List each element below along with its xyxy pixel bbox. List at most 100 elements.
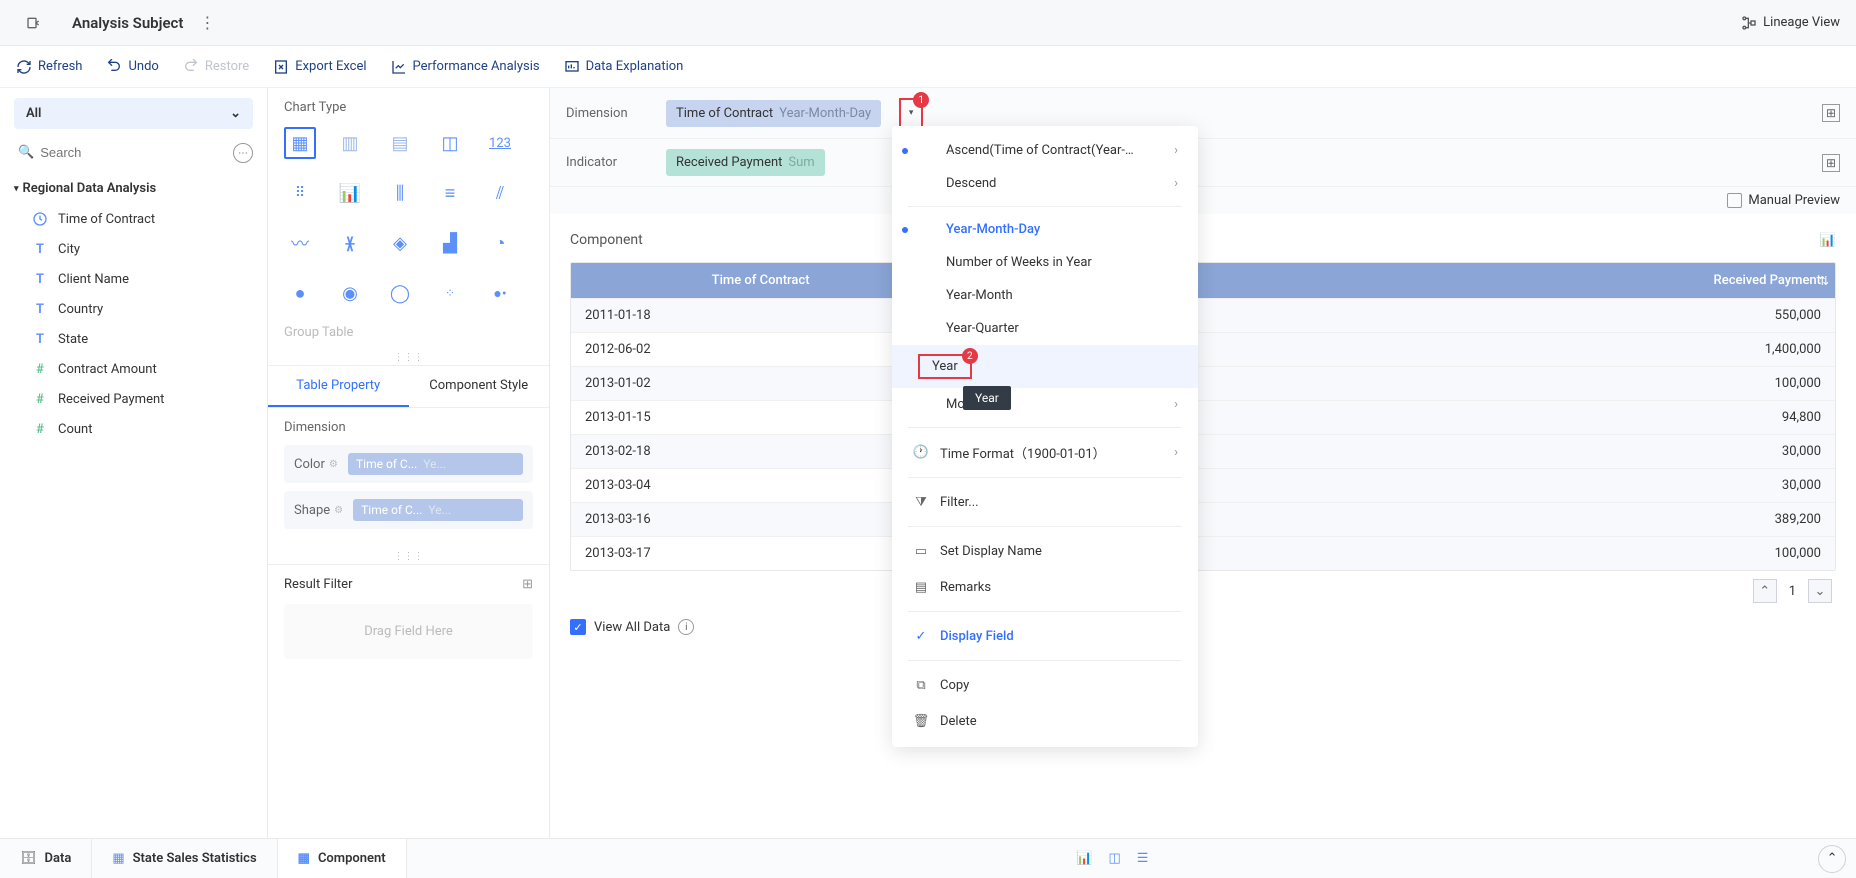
table-row[interactable]: 2013-03-0430,000 xyxy=(571,469,1835,503)
chart-type-line[interactable]: 〰 xyxy=(284,227,316,259)
more-options-button[interactable]: ⋯ xyxy=(233,143,253,163)
dd-year-month-day[interactable]: Year-Month-Day xyxy=(892,213,1198,246)
chart-type-donut[interactable]: ◉ xyxy=(334,277,366,309)
undo-button[interactable]: Undo xyxy=(106,59,158,75)
collapse-button[interactable]: ⌃ xyxy=(1818,845,1846,873)
field-state[interactable]: TState xyxy=(14,324,253,354)
resize-handle-2[interactable]: ⋮⋮⋮ xyxy=(268,549,549,564)
chart-type-bubble[interactable]: ●• xyxy=(484,277,516,309)
dd-set-display-name[interactable]: ▭ Set Display Name xyxy=(892,533,1198,569)
resize-handle[interactable]: ⋮⋮⋮ xyxy=(268,350,549,365)
dd-year[interactable]: Year 2 xyxy=(892,345,1198,388)
add-dimension-button[interactable]: ⊞ xyxy=(1822,104,1840,122)
chart-icon[interactable]: 📊 xyxy=(1820,233,1836,248)
chart-type-multi-line[interactable]: ᚕ xyxy=(334,227,366,259)
dd-ascend[interactable]: Ascend(Time of Contract(Year-Mon... › xyxy=(892,134,1198,167)
dd-year-quarter[interactable]: Year-Quarter xyxy=(892,312,1198,345)
dd-descend[interactable]: Descend › xyxy=(892,167,1198,200)
indicator-pill[interactable]: Received Payment Sum xyxy=(666,149,825,176)
manual-preview-checkbox[interactable] xyxy=(1727,193,1742,208)
chart-type-name-label: Group Table xyxy=(268,321,549,350)
dd-display-field[interactable]: ✓ Display Field xyxy=(892,618,1198,654)
search-input[interactable] xyxy=(40,145,221,160)
chevron-right-icon: › xyxy=(1174,445,1178,460)
dd-copy[interactable]: ⧉ Copy xyxy=(892,667,1198,703)
data-explanation-button[interactable]: Data Explanation xyxy=(564,59,684,75)
chart-type-number[interactable]: 123 xyxy=(484,127,516,159)
dd-year-month[interactable]: Year-Month xyxy=(892,279,1198,312)
page-next-button[interactable]: ⌄ xyxy=(1808,579,1832,603)
all-selector[interactable]: All ⌄ xyxy=(14,98,253,129)
refresh-button[interactable]: Refresh xyxy=(16,59,82,75)
chart-type-grouped-bar[interactable]: ⫼ xyxy=(384,177,416,209)
chart-type-bar[interactable]: 📊 xyxy=(334,177,366,209)
shape-dimension-pill[interactable]: Time of C...Ye... xyxy=(353,499,523,521)
chevron-right-icon: › xyxy=(1174,143,1178,158)
footer-tab-data[interactable]: 🗄 Data xyxy=(0,839,92,878)
dd-filter[interactable]: ⧩ Filter... xyxy=(892,484,1198,520)
chart-type-dots[interactable]: ⁘ xyxy=(434,277,466,309)
caret-down-icon: ▾ xyxy=(909,108,914,118)
list-icon[interactable]: ☰ xyxy=(1137,851,1149,866)
add-indicator-button[interactable]: ⊞ xyxy=(1822,154,1840,172)
field-time-of-contract[interactable]: Time of Contract xyxy=(14,204,253,234)
performance-analysis-button[interactable]: Performance Analysis xyxy=(391,59,540,75)
footer-tab-component[interactable]: ▦ Component xyxy=(278,839,407,878)
field-contract-amount[interactable]: #Contract Amount xyxy=(14,354,253,384)
dd-remarks[interactable]: ▤ Remarks xyxy=(892,569,1198,605)
tree-root[interactable]: ▾ Regional Data Analysis xyxy=(14,181,253,196)
chart-type-pie[interactable]: ● xyxy=(284,277,316,309)
field-client-name[interactable]: TClient Name xyxy=(14,264,253,294)
chart-type-waterfall[interactable]: ⫽ xyxy=(484,177,516,209)
export-excel-button[interactable]: Export Excel xyxy=(273,59,366,75)
table-row[interactable]: 2013-02-1830,000 xyxy=(571,435,1835,469)
table-icon: ▦ xyxy=(298,851,310,866)
color-dimension-pill[interactable]: Time of C...Ye... xyxy=(348,453,523,475)
dd-time-format[interactable]: 🕐 Time Format（1900-01-01） › xyxy=(892,434,1198,471)
page-prev-button[interactable]: ⌃ xyxy=(1753,579,1777,603)
chart-type-radar[interactable]: ◈ xyxy=(384,227,416,259)
chart-type-gauge[interactable]: ◔ xyxy=(484,227,516,259)
dimension-pill[interactable]: Time of Contract Year-Month-Day xyxy=(666,100,881,127)
footer-tab-state-sales[interactable]: ▦ State Sales Statistics xyxy=(92,839,277,878)
clock-icon: 🕐 xyxy=(912,444,930,462)
table-row[interactable]: 2012-06-021,400,000 xyxy=(571,333,1835,367)
dd-delete[interactable]: 🗑 Delete xyxy=(892,703,1198,739)
sort-icon[interactable]: ⇅ xyxy=(1819,274,1829,288)
chart-type-area[interactable]: ▟ xyxy=(434,227,466,259)
table-row[interactable]: 2013-01-02100,000 xyxy=(571,367,1835,401)
chart-type-detail-table[interactable]: ▤ xyxy=(384,127,416,159)
view-all-checkbox[interactable]: ✓ xyxy=(570,619,586,635)
dimension-dropdown-trigger[interactable]: ▾ 1 xyxy=(899,98,923,128)
chart-type-kpi-card[interactable]: ◫ xyxy=(434,127,466,159)
table-row[interactable]: 2013-03-17100,000 xyxy=(571,537,1835,571)
back-button[interactable] xyxy=(16,5,52,41)
trash-icon: 🗑 xyxy=(912,712,930,730)
field-city[interactable]: TCity xyxy=(14,234,253,264)
field-count[interactable]: #Count xyxy=(14,414,253,444)
chart-type-cross-table[interactable]: ▥ xyxy=(334,127,366,159)
tab-table-property[interactable]: Table Property xyxy=(268,366,409,407)
info-icon[interactable]: i xyxy=(678,619,694,635)
chevron-right-icon: › xyxy=(1174,176,1178,191)
chart-type-scatter[interactable]: ⠿ xyxy=(284,177,316,209)
filter-add-icon[interactable]: ⊞ xyxy=(522,577,533,592)
chart-type-group-table[interactable]: ▦ xyxy=(284,127,316,159)
result-filter-drop-zone[interactable]: Drag Field Here xyxy=(284,604,533,659)
chart-type-ring[interactable]: ◯ xyxy=(384,277,416,309)
chart-type-stacked-bar[interactable]: ≡ xyxy=(434,177,466,209)
dd-weeks[interactable]: Number of Weeks in Year xyxy=(892,246,1198,279)
tab-component-style[interactable]: Component Style xyxy=(409,366,550,407)
lineage-view-button[interactable]: Lineage View xyxy=(1741,15,1840,31)
table-row[interactable]: 2011-01-18550,000 xyxy=(571,299,1835,333)
more-menu-button[interactable]: ⋮ xyxy=(199,13,215,32)
field-received-payment[interactable]: #Received Payment xyxy=(14,384,253,414)
layout-icon[interactable]: ◫ xyxy=(1108,851,1120,866)
add-chart-icon[interactable]: 📊 xyxy=(1076,851,1092,866)
table-row[interactable]: 2013-01-1594,800 xyxy=(571,401,1835,435)
dd-more[interactable]: More Year › xyxy=(892,388,1198,421)
table-row[interactable]: 2013-03-16389,200 xyxy=(571,503,1835,537)
color-label: Color ⚙ xyxy=(294,457,338,472)
field-type-icon: # xyxy=(32,361,48,377)
field-country[interactable]: TCountry xyxy=(14,294,253,324)
